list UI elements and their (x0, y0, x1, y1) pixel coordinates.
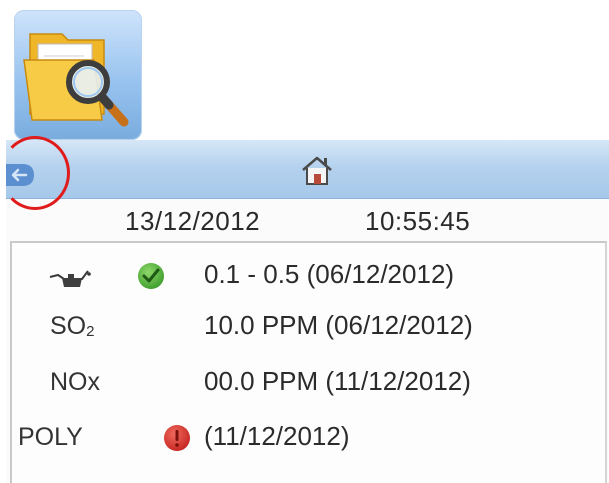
highlight-circle (0, 136, 70, 210)
poly-reading-value: (11/12/2012) (204, 421, 350, 451)
home-icon (302, 156, 332, 185)
reading-row-oil[interactable]: 0.1 - 0.5 (06/12/2012) (12, 255, 605, 299)
title-bar (6, 140, 609, 199)
so2-label-sub: 2 (86, 323, 95, 340)
current-time: 10:55:45 (365, 206, 471, 236)
reading-row-nox[interactable]: NOx 00.0 PPM (11/12/2012) (12, 362, 605, 406)
reading-row-so2[interactable]: SO2 10.0 PPM (06/12/2012) (12, 306, 605, 350)
stage: 13/12/2012 10:55:45 0.1 - 0.5 (06/12/201… (0, 0, 609, 483)
reading-row-poly[interactable]: POLY (11/12/2012) (12, 417, 605, 461)
nox-label: NOx (50, 368, 100, 396)
check-circle-icon (138, 263, 164, 289)
oil-can-icon (49, 270, 91, 287)
so2-label-main: SO (50, 312, 87, 340)
poly-label: POLY (18, 423, 83, 451)
alert-circle-icon (164, 425, 190, 451)
folder-search-app-icon[interactable] (14, 10, 142, 140)
device-screen: 13/12/2012 10:55:45 0.1 - 0.5 (06/12/201… (6, 140, 609, 483)
home-button[interactable] (297, 150, 337, 190)
nox-reading-value: 00.0 PPM (11/12/2012) (204, 366, 471, 396)
folder-search-icon (23, 33, 129, 127)
so2-label: SO2 (50, 312, 94, 341)
oil-reading-value: 0.1 - 0.5 (06/12/2012) (204, 259, 455, 289)
readings-panel: 0.1 - 0.5 (06/12/2012) SO2 10.0 PPM (06/… (10, 241, 607, 483)
current-date: 13/12/2012 (125, 206, 261, 236)
so2-reading-value: 10.0 PPM (06/12/2012) (204, 310, 473, 340)
